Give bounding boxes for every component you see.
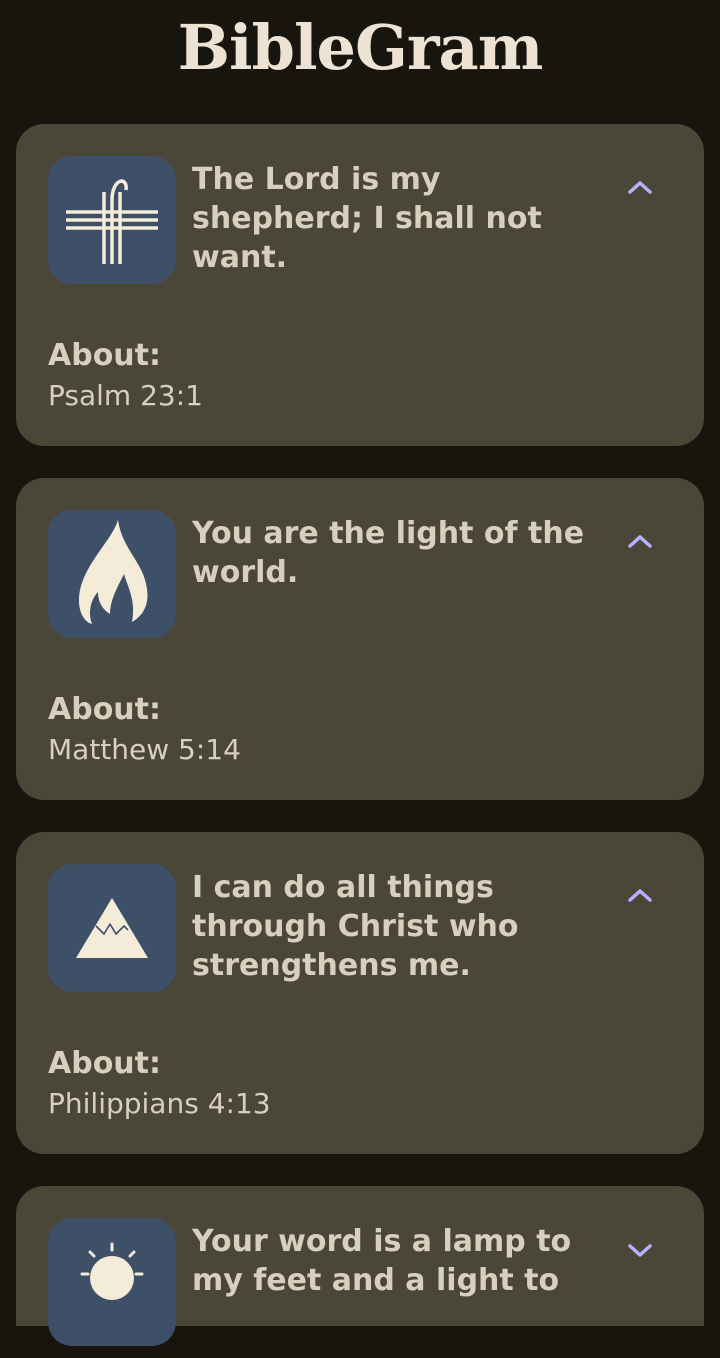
- verse-card[interactable]: The Lord is my shepherd; I shall not wan…: [16, 124, 704, 446]
- verse-card[interactable]: You are the light of the world. About: M…: [16, 478, 704, 800]
- about-label: About:: [48, 692, 161, 727]
- verse-reference: Matthew 5:14: [48, 733, 241, 766]
- about-label: About:: [48, 338, 161, 373]
- verse-text: Your word is a lamp to my feet and a lig…: [192, 1224, 572, 1298]
- chevron-up-icon[interactable]: [620, 880, 660, 912]
- cross-icon: [48, 156, 176, 284]
- chevron-up-icon[interactable]: [620, 172, 660, 204]
- chevron-down-icon[interactable]: [620, 1234, 660, 1266]
- mountain-icon: [48, 864, 176, 992]
- verse-card[interactable]: Your word is a lamp to my feet and a lig…: [16, 1186, 704, 1346]
- verse-text: I can do all things through Christ who s…: [192, 870, 519, 983]
- verse-feed: The Lord is my shepherd; I shall not wan…: [16, 124, 704, 1358]
- chevron-up-icon[interactable]: [620, 526, 660, 558]
- flame-icon: [48, 510, 176, 638]
- verse-text: You are the light of the world.: [192, 516, 585, 590]
- about-label: About:: [48, 1046, 161, 1081]
- verse-reference: Philippians 4:13: [48, 1087, 271, 1120]
- verse-text: The Lord is my shepherd; I shall not wan…: [192, 162, 542, 275]
- verse-reference: Psalm 23:1: [48, 379, 203, 412]
- verse-card[interactable]: I can do all things through Christ who s…: [16, 832, 704, 1154]
- app-title: BibleGram: [177, 11, 544, 84]
- lamp-icon: [48, 1218, 176, 1346]
